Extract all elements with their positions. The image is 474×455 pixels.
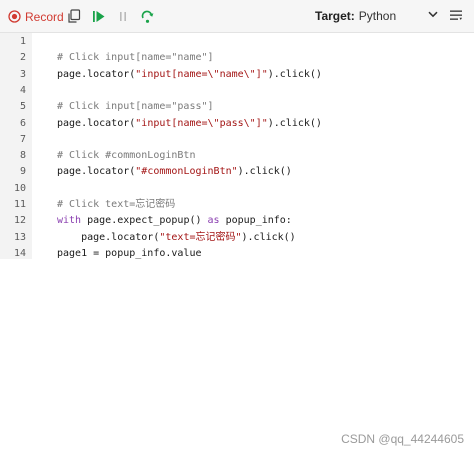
code-text: # Click text=忘记密码 xyxy=(57,197,175,213)
code-string: "#commonLoginBtn" xyxy=(135,166,238,178)
target-label: Target: xyxy=(315,9,355,23)
step-icon xyxy=(140,9,155,24)
record-button[interactable]: Record xyxy=(8,8,64,25)
line-number: 6 xyxy=(19,117,26,129)
code-text: # Click #commonLoginBtn xyxy=(57,148,195,164)
code-text: # Click input[name="pass"] xyxy=(57,99,214,115)
line-number: 7 xyxy=(19,133,26,145)
record-icon xyxy=(8,10,21,23)
code-editor[interactable]: 1 2 # Click input[name="name"] 3 page.locato… xyxy=(0,33,474,259)
code-token: ).click() xyxy=(237,166,292,178)
line-number: 2 xyxy=(19,52,26,64)
code-token: ).click() xyxy=(267,68,322,80)
step-over-button[interactable] xyxy=(139,8,155,24)
code-comment: # Click #commonLoginBtn xyxy=(57,150,196,162)
pause-button[interactable] xyxy=(115,8,131,24)
copy-icon xyxy=(67,8,81,24)
menu-icon xyxy=(449,9,463,22)
code-line[interactable]: 2 # Click input[name="name"] xyxy=(0,50,474,66)
target-dropdown[interactable] xyxy=(428,11,438,18)
code-string: "input[name=\"name\"]" xyxy=(135,68,268,80)
code-text: page.locator("#commonLoginBtn").click() xyxy=(57,164,292,180)
code-token: page.locator( xyxy=(57,166,136,178)
target-selector[interactable]: Target: Python xyxy=(315,9,396,23)
code-keyword: as xyxy=(207,215,220,227)
code-line[interactable]: 14 page1 = popup_info.value xyxy=(0,246,474,262)
code-keyword: with xyxy=(57,215,82,227)
code-line[interactable]: 7 xyxy=(0,132,474,148)
menu-button[interactable] xyxy=(449,9,463,22)
code-text: page.locator("input[name=\"pass\"]").cli… xyxy=(57,116,322,132)
copy-button[interactable] xyxy=(66,8,82,24)
code-line[interactable]: 13 page.locator("text=忘记密码").click() xyxy=(0,230,474,246)
code-token: ).click() xyxy=(267,117,322,129)
chevron-down-icon xyxy=(428,11,438,18)
line-number: 12 xyxy=(13,215,26,227)
resume-button[interactable] xyxy=(91,8,107,24)
toolbar: Record Target: Python xyxy=(0,0,474,33)
code-line[interactable]: 8 # Click #commonLoginBtn xyxy=(0,148,474,164)
code-text: page.locator("text=忘记密码").click() xyxy=(57,230,296,246)
line-number: 4 xyxy=(19,84,26,96)
record-label: Record xyxy=(25,9,64,24)
play-icon xyxy=(92,9,106,24)
code-text: page1 = popup_info.value xyxy=(57,246,202,262)
line-number: 5 xyxy=(19,101,26,113)
code-string: "input[name=\"pass\"]" xyxy=(135,117,268,129)
code-token: ).click() xyxy=(241,231,296,243)
code-token: page1 = popup_info.value xyxy=(57,247,202,259)
code-string: "text=忘记密码" xyxy=(159,231,242,243)
code-token: page.expect_popup() xyxy=(81,215,208,227)
line-number: 11 xyxy=(13,199,26,210)
code-line[interactable]: 6 page.locator("input[name=\"pass\"]").cl… xyxy=(0,116,474,132)
code-line[interactable]: 11 # Click text=忘记密码 xyxy=(0,197,474,213)
code-comment: # Click input[name="name"] xyxy=(57,52,214,64)
code-comment: # Click text=忘记密码 xyxy=(57,199,176,210)
code-token: page.locator( xyxy=(57,68,136,80)
line-number: 13 xyxy=(13,231,26,243)
line-number: 14 xyxy=(13,247,26,259)
line-number: 8 xyxy=(19,150,26,162)
line-number: 10 xyxy=(13,182,26,194)
code-line[interactable]: 9 page.locator("#commonLoginBtn").click() xyxy=(0,164,474,180)
code-token: popup_info: xyxy=(219,215,292,227)
code-token: page.locator( xyxy=(57,117,136,129)
code-text: page.locator("input[name=\"name\"]").cli… xyxy=(57,67,322,83)
line-number: 3 xyxy=(19,68,26,80)
pause-icon xyxy=(117,9,129,24)
code-line[interactable]: 5 # Click input[name="pass"] xyxy=(0,99,474,115)
line-number: 9 xyxy=(19,166,26,178)
code-line[interactable]: 12 with page.expect_popup() as popup_info… xyxy=(0,213,474,229)
code-line[interactable]: 3 page.locator("input[name=\"name\"]").cl… xyxy=(0,67,474,83)
code-line[interactable]: 10 xyxy=(0,181,474,197)
code-token: page.locator( xyxy=(57,231,160,243)
code-text: with page.expect_popup() as popup_info: xyxy=(57,213,292,229)
line-number: 1 xyxy=(19,36,26,47)
code-text: # Click input[name="name"] xyxy=(57,50,214,66)
code-line[interactable]: 4 xyxy=(0,83,474,99)
code-comment: # Click input[name="pass"] xyxy=(57,101,214,113)
target-value: Python xyxy=(358,9,397,23)
watermark: CSDN @qq_44244605 xyxy=(341,432,464,446)
code-line[interactable]: 1 xyxy=(0,34,474,50)
